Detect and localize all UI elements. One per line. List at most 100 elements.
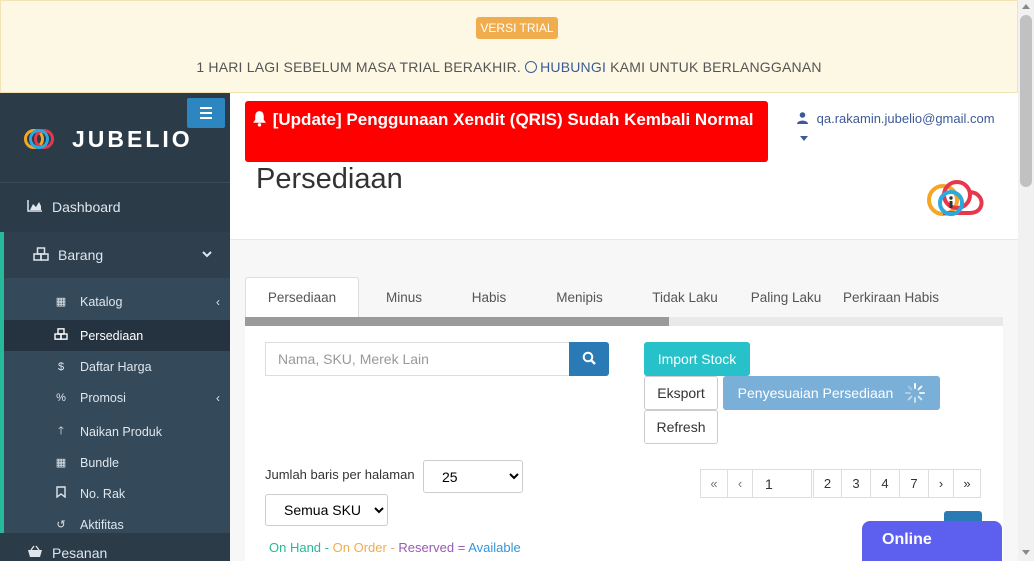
page-scrollbar[interactable] xyxy=(1018,0,1034,561)
sidebar-item-naikan-produk[interactable]: 🡑 Naikan Produk xyxy=(4,416,230,447)
sidebar-header: JUBELIO xyxy=(0,93,230,183)
menu-toggle-button[interactable] xyxy=(187,98,225,128)
search-input[interactable] xyxy=(265,342,570,376)
sidebar-item-daftar-harga[interactable]: $ Daftar Harga xyxy=(4,351,230,382)
chevron-left-icon: ‹ xyxy=(216,390,220,405)
rows-per-page-select[interactable]: 25 xyxy=(423,460,523,493)
sidebar: JUBELIO Dashboard Barang ▦ Katalog ‹ Per… xyxy=(0,93,230,561)
sidebar-item-label: Bundle xyxy=(80,455,119,470)
tab-persediaan[interactable]: Persediaan xyxy=(245,277,359,317)
page-button[interactable]: 3 xyxy=(841,469,871,498)
scroll-down-icon[interactable] xyxy=(1022,550,1030,555)
page-title: Persediaan xyxy=(256,163,403,195)
legend-operator: - xyxy=(390,540,395,555)
penyesuaian-persediaan-button[interactable]: Penyesuaian Persediaan xyxy=(723,376,940,410)
eksport-button[interactable]: Eksport xyxy=(644,376,718,410)
sidebar-item-label: Aktifitas xyxy=(80,517,124,532)
penyesuaian-label: Penyesuaian Persediaan xyxy=(737,385,894,401)
basket-icon xyxy=(26,545,44,561)
legend-operator: - xyxy=(324,540,330,555)
sidebar-item-label: Persediaan xyxy=(80,328,144,343)
announcement-banner[interactable]: [Update] Penggunaan Xendit (QRIS) Sudah … xyxy=(245,101,768,162)
grid-icon: ▦ xyxy=(55,457,67,469)
sidebar-item-bundle[interactable]: ▦ Bundle xyxy=(4,447,230,478)
chevron-left-icon: ‹ xyxy=(216,294,220,309)
jubelio-logo-icon xyxy=(24,126,66,152)
next-page-button[interactable]: › xyxy=(928,469,954,498)
cubes-icon xyxy=(54,328,68,343)
tab-menipis[interactable]: Menipis xyxy=(529,277,630,317)
chevron-down-icon xyxy=(202,249,212,261)
jubelio-cloud-icon xyxy=(923,178,985,218)
sidebar-item-no-rak[interactable]: No. Rak xyxy=(4,478,230,509)
area-chart-icon xyxy=(26,199,44,215)
brand-name: JUBELIO xyxy=(72,125,193,152)
prev-page-button[interactable]: ‹ xyxy=(727,469,753,498)
legend-operator: = xyxy=(457,540,466,555)
last-page-button[interactable]: » xyxy=(953,469,981,498)
tabs-scrollbar-thumb[interactable] xyxy=(245,317,669,326)
sidebar-item-label: Dashboard xyxy=(52,199,121,215)
page-button[interactable]: 7 xyxy=(899,469,929,498)
page-number-input[interactable]: 1 xyxy=(752,469,812,498)
sku-filter-select[interactable]: Semua SKU xyxy=(265,494,388,526)
whatsapp-icon xyxy=(525,61,538,73)
sidebar-item-label: No. Rak xyxy=(80,486,126,501)
sidebar-item-pesanan[interactable]: Pesanan xyxy=(0,538,230,561)
sidebar-item-label: Barang xyxy=(58,247,104,263)
tab-paling-laku[interactable]: Paling Laku xyxy=(740,277,832,317)
trial-banner: VERSI TRIAL 1 HARI LAGI SEBELUM MASA TRI… xyxy=(0,0,1018,93)
sidebar-item-label: Pesanan xyxy=(52,545,108,561)
sidebar-item-barang[interactable]: Barang xyxy=(0,232,230,278)
barang-submenu: ▦ Katalog ‹ Persediaan $ Daftar Harga % … xyxy=(0,278,230,533)
tabs-scrollbar[interactable] xyxy=(245,317,1003,326)
page-button[interactable]: 4 xyxy=(870,469,900,498)
history-icon: ↺ xyxy=(56,519,66,531)
online-chat-button[interactable]: Online xyxy=(862,521,1002,561)
legend-available: Available xyxy=(468,540,521,555)
grid-icon: ▦ xyxy=(55,296,67,308)
tab-tidak-laku[interactable]: Tidak Laku xyxy=(630,277,740,317)
tab-minus[interactable]: Minus xyxy=(359,277,449,317)
sidebar-item-promosi[interactable]: % Promosi ‹ xyxy=(4,382,230,413)
legend-on-order: On Order xyxy=(332,540,387,555)
hamburger-icon xyxy=(200,107,212,109)
bookmark-icon xyxy=(54,486,68,501)
scrollbar-thumb[interactable] xyxy=(1020,15,1032,187)
search-button[interactable] xyxy=(569,342,609,376)
refresh-button[interactable]: Refresh xyxy=(644,410,718,444)
sidebar-item-label: Katalog xyxy=(80,294,123,309)
sidebar-item-dashboard[interactable]: Dashboard xyxy=(0,184,230,230)
hubungi-link[interactable]: HUBUNGI xyxy=(525,59,606,75)
rows-per-page-label: Jumlah baris per halaman xyxy=(265,467,415,482)
trial-text-before: 1 HARI LAGI SEBELUM MASA TRIAL BERAKHIR. xyxy=(196,59,521,75)
hubungi-label: HUBUNGI xyxy=(540,59,607,75)
sidebar-item-label: Naikan Produk xyxy=(80,424,162,439)
sidebar-item-persediaan[interactable]: Persediaan xyxy=(4,320,230,351)
inventory-tabs: Persediaan Minus Habis Menipis Tidak Lak… xyxy=(245,277,950,317)
search-icon xyxy=(582,351,596,368)
sidebar-item-katalog[interactable]: ▦ Katalog ‹ xyxy=(4,286,230,317)
cubes-icon xyxy=(32,246,50,264)
user-email: qa.rakamin.jubelio@gmail.com xyxy=(816,111,995,126)
percent-icon: % xyxy=(56,391,66,404)
sidebar-item-label: Promosi xyxy=(80,390,126,405)
dollar-icon: $ xyxy=(57,360,65,373)
trial-message: 1 HARI LAGI SEBELUM MASA TRIAL BERAKHIR.… xyxy=(1,59,1017,75)
tab-habis[interactable]: Habis xyxy=(449,277,529,317)
legend-on-hand: On Hand xyxy=(269,540,322,555)
arrow-up-icon: 🡑 xyxy=(58,425,64,437)
tab-perkiraan-habis[interactable]: Perkiraan Habis xyxy=(832,277,950,317)
user-menu[interactable]: qa.rakamin.jubelio@gmail.com xyxy=(797,111,995,126)
first-page-button[interactable]: « xyxy=(700,469,728,498)
legend-reserved: Reserved xyxy=(398,540,455,555)
bell-icon xyxy=(251,110,273,129)
import-stock-button[interactable]: Import Stock xyxy=(644,342,750,376)
loading-spinner-icon xyxy=(905,383,926,403)
scroll-up-icon[interactable] xyxy=(1022,4,1030,9)
caret-down-icon[interactable] xyxy=(800,136,808,141)
sidebar-item-aktifitas[interactable]: ↺ Aktifitas xyxy=(4,509,230,540)
page-button[interactable]: 2 xyxy=(813,469,842,498)
brand-logo[interactable]: JUBELIO xyxy=(24,123,193,155)
trial-text-after: KAMI UNTUK BERLANGGANAN xyxy=(610,59,822,75)
